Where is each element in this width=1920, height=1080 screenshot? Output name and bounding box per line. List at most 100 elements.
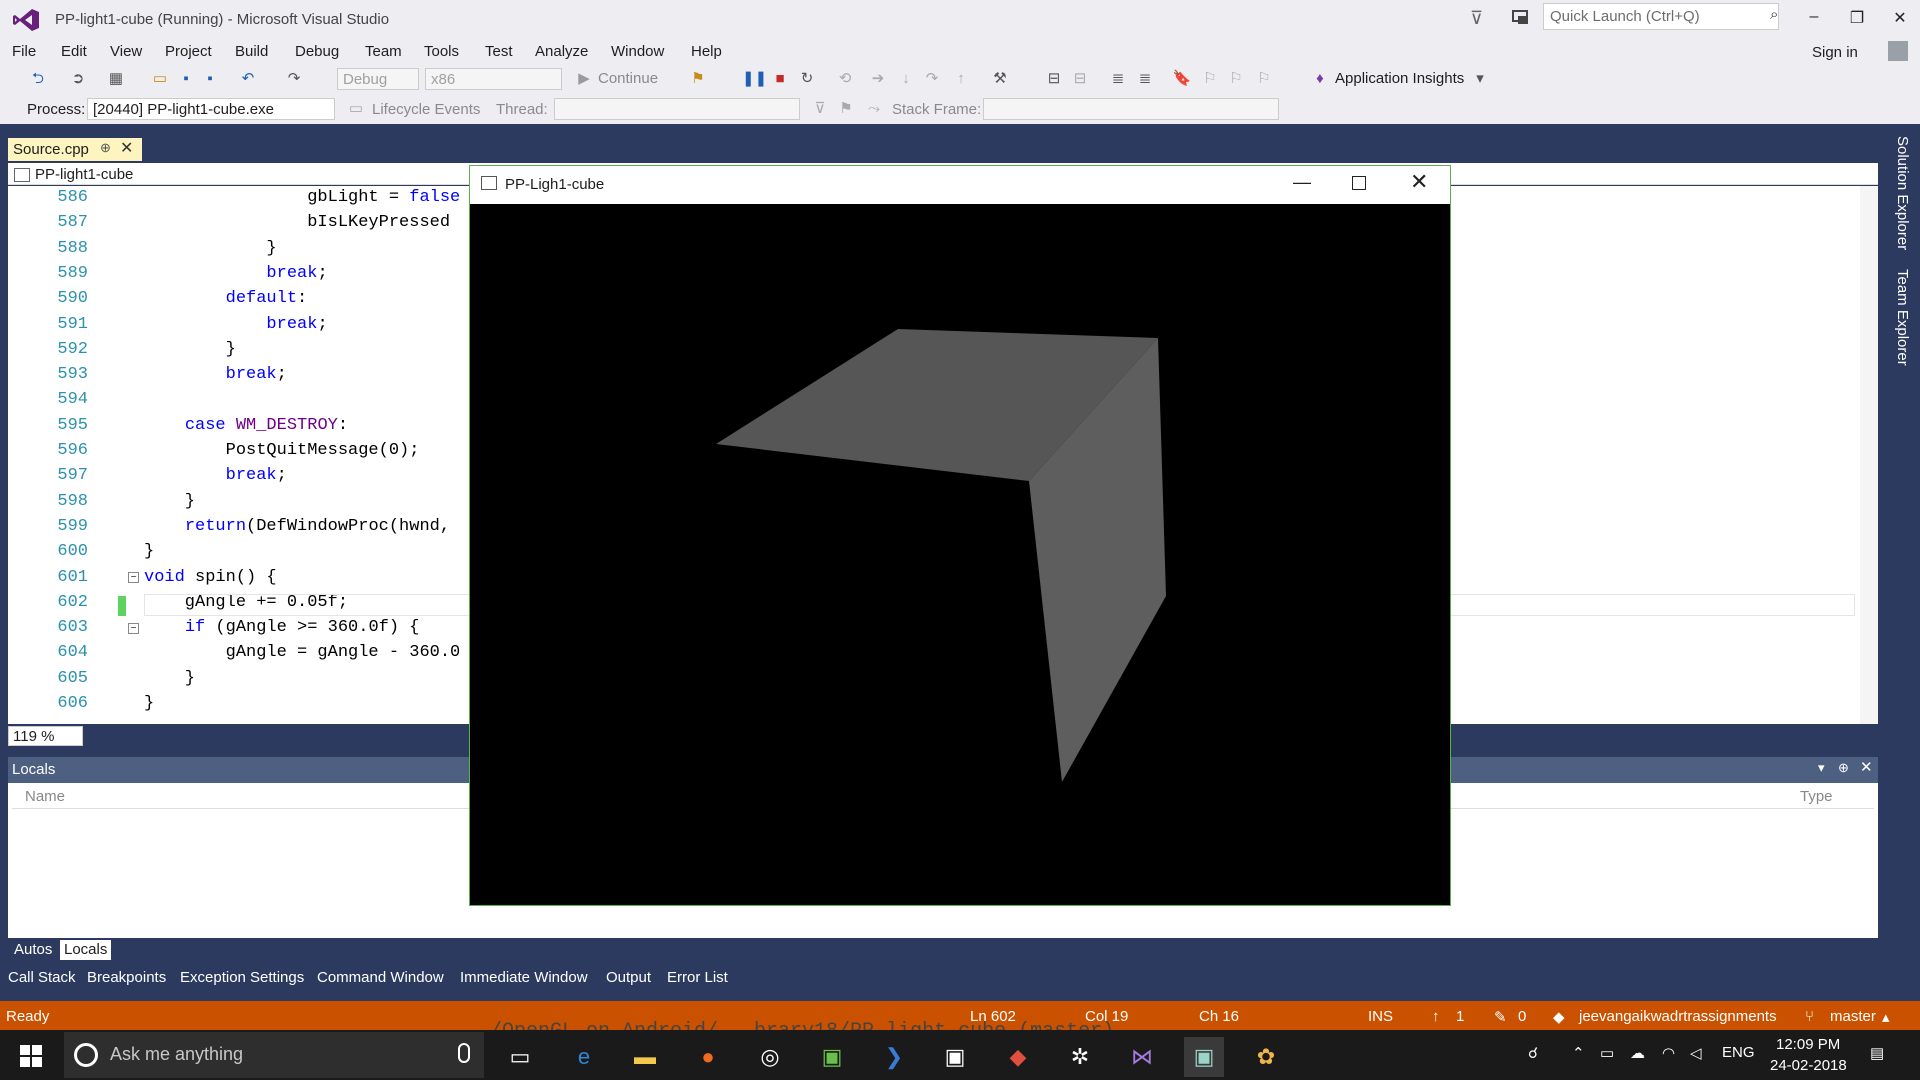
application-insights-icon[interactable]: ♦: [1310, 69, 1330, 89]
opengl-app-icon[interactable]: ▣: [1184, 1037, 1224, 1077]
quick-launch-input[interactable]: Quick Launch (Ctrl+Q): [1543, 3, 1779, 30]
filter-threads-icon[interactable]: ⊽: [810, 99, 830, 119]
continue-button[interactable]: Continue: [598, 70, 658, 87]
continue-icon[interactable]: ▶: [574, 69, 594, 89]
lifecycle-events-icon[interactable]: ▭: [346, 99, 366, 119]
clear-bookmarks-icon[interactable]: ⚐: [1254, 69, 1274, 89]
stack-frame-select[interactable]: [983, 98, 1279, 120]
break-all-icon[interactable]: ❚❚: [742, 69, 767, 89]
close-icon[interactable]: ✕: [1410, 169, 1428, 195]
collapse-icon[interactable]: −: [128, 572, 139, 583]
paint-icon[interactable]: ▣: [812, 1037, 852, 1077]
tab-output[interactable]: Output: [606, 969, 651, 986]
team-explorer-tab[interactable]: Team Explorer: [1894, 269, 1911, 366]
code-line[interactable]: }: [144, 239, 276, 258]
restart-icon[interactable]: ↻: [797, 69, 817, 89]
step-out-icon[interactable]: ↷: [922, 69, 942, 89]
code-line[interactable]: case WM_DESTROY:: [144, 416, 348, 435]
pin-icon[interactable]: ⊕: [100, 140, 111, 156]
powershell-icon[interactable]: ❯: [874, 1037, 914, 1077]
unpublished-commits-count[interactable]: 1: [1456, 1008, 1464, 1025]
new-project-icon[interactable]: ▦: [106, 69, 126, 89]
project-dropdown[interactable]: PP-light1-cube: [35, 166, 133, 183]
stop-debugging-icon[interactable]: ■: [770, 69, 790, 89]
tab-command-window[interactable]: Command Window: [317, 969, 444, 986]
column-name[interactable]: Name: [25, 788, 65, 805]
code-line[interactable]: void spin() {: [144, 568, 277, 587]
menu-view[interactable]: View: [110, 43, 142, 60]
vertical-scrollbar[interactable]: [1860, 186, 1878, 724]
repository-name[interactable]: jeevangaikwadrtrassignments: [1579, 1008, 1777, 1025]
volume-icon[interactable]: ◁: [1690, 1044, 1702, 1062]
code-line[interactable]: if (gAngle >= 360.0f) {: [144, 618, 420, 637]
paint-palette-icon[interactable]: ✿: [1246, 1037, 1286, 1077]
terminal-icon[interactable]: ▣: [935, 1037, 975, 1077]
search-icon[interactable]: ⌕: [1770, 6, 1778, 23]
close-tab-icon[interactable]: ✕: [120, 138, 133, 158]
file-explorer-icon[interactable]: ▬: [625, 1037, 665, 1077]
sign-in-link[interactable]: Sign in: [1812, 44, 1858, 61]
code-line[interactable]: break;: [144, 264, 327, 283]
tab-autos[interactable]: Autos: [10, 940, 56, 960]
menu-team[interactable]: Team: [365, 43, 402, 60]
code-line[interactable]: default:: [144, 289, 308, 308]
onedrive-icon[interactable]: ☁: [1630, 1044, 1645, 1062]
media-player-icon[interactable]: ◎: [750, 1037, 790, 1077]
chevron-up-icon[interactable]: ▴: [1882, 1008, 1890, 1026]
forward-icon[interactable]: ➲: [68, 69, 88, 89]
hex-display-icon[interactable]: ⊟: [1044, 69, 1064, 89]
indent-icon[interactable]: ≣: [1108, 69, 1128, 89]
solution-explorer-tab[interactable]: Solution Explorer: [1894, 136, 1911, 250]
edge-icon[interactable]: e: [564, 1037, 604, 1077]
step-over-icon[interactable]: ↓: [896, 69, 916, 89]
collapse-icon[interactable]: −: [128, 623, 139, 634]
wifi-icon[interactable]: ◠: [1662, 1044, 1675, 1062]
application-insights-button[interactable]: Application Insights: [1335, 70, 1464, 87]
save-icon[interactable]: ▪: [176, 69, 196, 89]
action-center-icon[interactable]: ▤: [1870, 1044, 1884, 1062]
pin-icon[interactable]: ⊕: [1838, 760, 1849, 776]
minimize-icon[interactable]: –: [1802, 8, 1826, 30]
code-line[interactable]: gAngle = gAngle - 360.0: [144, 643, 461, 662]
chevron-down-icon[interactable]: ▾: [1470, 69, 1490, 89]
show-next-statement-icon[interactable]: ⟲: [835, 69, 855, 89]
thread-select[interactable]: [554, 98, 800, 120]
outdent-icon[interactable]: ≣: [1135, 69, 1155, 89]
zoom-select[interactable]: 119 %: [8, 726, 83, 746]
chevron-up-icon[interactable]: ⌃: [1572, 1044, 1585, 1062]
open-file-icon[interactable]: ▭: [150, 69, 170, 89]
prev-bookmark-icon[interactable]: ⚐: [1200, 69, 1220, 89]
menu-test[interactable]: Test: [485, 43, 513, 60]
close-icon[interactable]: ✕: [1888, 8, 1912, 30]
tab-error-list[interactable]: Error List: [667, 969, 728, 986]
menu-tools[interactable]: Tools: [424, 43, 459, 60]
lifecycle-events-button[interactable]: Lifecycle Events: [372, 101, 480, 118]
people-icon[interactable]: ☌: [1528, 1044, 1538, 1062]
pencil-icon[interactable]: ✎: [1494, 1008, 1507, 1026]
code-line[interactable]: gbLight = false: [144, 188, 460, 207]
stack-frame-icon[interactable]: ⤳: [864, 99, 884, 119]
menu-analyze[interactable]: Analyze: [535, 43, 588, 60]
microphone-icon[interactable]: [458, 1043, 470, 1063]
toggle-breakpoints-icon[interactable]: ⚒: [990, 69, 1010, 89]
menu-window[interactable]: Window: [611, 43, 664, 60]
code-line[interactable]: }: [144, 492, 195, 511]
restore-icon[interactable]: ❐: [1845, 8, 1869, 30]
code-line[interactable]: }: [144, 694, 154, 713]
tab-locals[interactable]: Locals: [60, 940, 112, 960]
pending-changes-count[interactable]: 0: [1518, 1008, 1526, 1025]
maximize-icon[interactable]: [1352, 176, 1366, 190]
firefox-icon[interactable]: ●: [688, 1037, 728, 1077]
bookmark-icon[interactable]: 🔖: [1172, 69, 1192, 89]
task-view-icon[interactable]: ▭: [500, 1037, 540, 1077]
account-icon[interactable]: [1888, 41, 1908, 61]
code-line[interactable]: PostQuitMessage(0);: [144, 441, 420, 460]
column-type[interactable]: Type: [1800, 788, 1833, 805]
tab-immediate-window[interactable]: Immediate Window: [460, 969, 588, 986]
code-line[interactable]: }: [144, 340, 236, 359]
git-icon[interactable]: ◆: [998, 1037, 1038, 1077]
back-icon[interactable]: ⮌: [28, 69, 48, 89]
opengl-render-canvas[interactable]: [470, 204, 1450, 905]
input-language[interactable]: ENG: [1722, 1044, 1755, 1061]
windows-start-icon[interactable]: [20, 1045, 42, 1067]
